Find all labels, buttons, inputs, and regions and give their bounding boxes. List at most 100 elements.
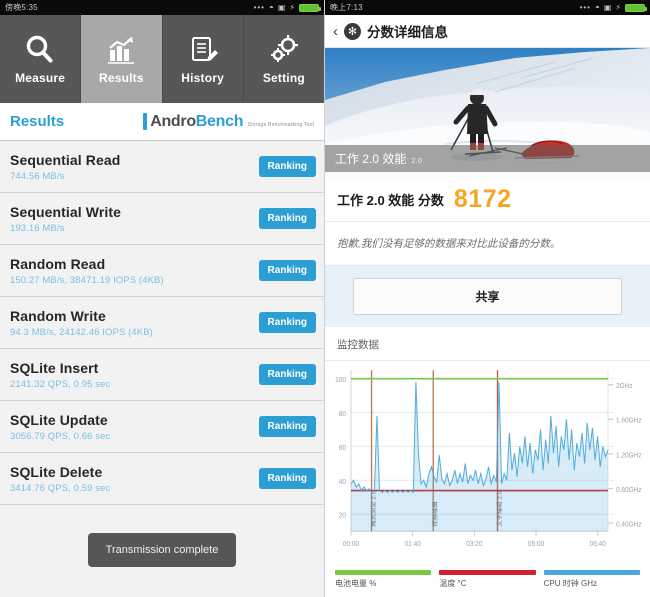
- result-name: SQLite Insert: [10, 359, 99, 376]
- page-title: 分数详细信息: [367, 25, 448, 40]
- svg-text:2GHz: 2GHz: [616, 383, 633, 390]
- ranking-button[interactable]: Ranking: [258, 260, 316, 281]
- banner-caption: 工作 2.0 效能 2.0: [325, 145, 650, 172]
- svg-text:1.20GHz: 1.20GHz: [616, 452, 642, 459]
- share-button[interactable]: 共享: [353, 278, 622, 315]
- table-row[interactable]: Sequential Write 193.16 MB/s Ranking: [0, 193, 324, 245]
- wifi-icon: ◓: [594, 3, 600, 12]
- tab-setting-label: Setting: [262, 71, 305, 85]
- tab-measure[interactable]: Measure: [0, 15, 82, 103]
- svg-text:06:40: 06:40: [590, 541, 606, 548]
- brand-name: AndroBench: [150, 113, 244, 130]
- banner-version: 2.0: [411, 156, 422, 165]
- score-value: 8172: [453, 185, 512, 213]
- ranking-button[interactable]: Ranking: [258, 416, 316, 437]
- status-clock: 晚上7:13: [330, 3, 363, 12]
- tab-measure-label: Measure: [15, 71, 66, 85]
- svg-text:0.80GHz: 0.80GHz: [616, 487, 642, 494]
- svg-text:1.60GHz: 1.60GHz: [616, 417, 642, 424]
- svg-text:40: 40: [339, 478, 346, 485]
- brand-tagline: Storage Benchmarking Tool: [247, 122, 314, 128]
- svg-text:01:40: 01:40: [405, 541, 421, 548]
- tab-bar: Measure Results History Setting: [0, 15, 324, 103]
- sim-icon: ▣: [277, 3, 286, 12]
- result-value: 2141.32 QPS, 0.95 sec: [10, 378, 111, 390]
- sim-icon: ▣: [603, 3, 612, 12]
- result-name: Sequential Read: [10, 151, 121, 168]
- legend-swatch: [439, 570, 536, 575]
- banner-title: 工作 2.0 效能: [335, 152, 407, 166]
- tab-setting[interactable]: Setting: [244, 15, 324, 103]
- legend-item-battery: 电池电量 %: [335, 570, 432, 589]
- svg-text:20: 20: [339, 512, 346, 519]
- results-header: Results AndroBench Storage Benchmarking …: [0, 103, 324, 141]
- chart-legend: 电池电量 % 温度 °C CPU 时钟 GHz: [325, 568, 650, 597]
- table-row[interactable]: SQLite Update 3056.79 QPS, 0.66 sec Rank…: [0, 401, 324, 453]
- benchmark-results-list: Sequential Read 744.56 MB/s Ranking Sequ…: [0, 141, 324, 597]
- dual-screenshot-container: 傍晚5:35 ••• ◓ ▣ ⚡ Measure Results History…: [0, 0, 650, 597]
- tab-results-label: Results: [99, 71, 144, 85]
- share-section: 共享: [325, 266, 650, 327]
- table-row[interactable]: Sequential Read 744.56 MB/s Ranking: [0, 141, 324, 193]
- status-clock: 傍晚5:35: [5, 3, 38, 12]
- legend-label: CPU 时钟 GHz: [543, 579, 597, 588]
- logo-bar-icon: [143, 113, 148, 130]
- score-summary: 工作 2.0 效能 分数 8172: [325, 178, 650, 222]
- toast-message: Transmission complete: [87, 533, 237, 567]
- legend-item-temperature: 温度 °C: [439, 570, 536, 589]
- result-name: Random Read: [10, 255, 106, 272]
- benchmark-banner-image: 工作 2.0 效能 2.0: [325, 48, 650, 178]
- result-value: 94.3 MB/s, 24142.46 IOPS (4KB): [10, 326, 153, 338]
- svg-text:03:20: 03:20: [466, 541, 482, 548]
- ranking-button[interactable]: Ranking: [258, 312, 316, 333]
- ranking-button[interactable]: Ranking: [258, 468, 316, 489]
- battery-icon: [625, 3, 647, 12]
- monitor-section-label: 监控数据: [325, 327, 650, 361]
- back-icon[interactable]: ‹: [333, 23, 338, 40]
- page-title: Results: [10, 113, 65, 130]
- table-row[interactable]: SQLite Delete 3414.76 QPS, 0.59 sec Rank…: [0, 453, 324, 505]
- result-name: SQLite Update: [10, 411, 108, 428]
- table-row[interactable]: Random Read 150.27 MB/s, 38471.19 IOPS (…: [0, 245, 324, 297]
- status-icons: ••• ◓ ▣ ⚡: [253, 3, 321, 12]
- svg-text:0.40GHz: 0.40GHz: [616, 521, 642, 528]
- androbench-screen: 傍晚5:35 ••• ◓ ▣ ⚡ Measure Results History…: [0, 0, 325, 597]
- comparison-note: 抱歉,我们没有足够的数据来对比此设备的分数。: [325, 222, 650, 266]
- more-dots-icon: •••: [579, 3, 591, 12]
- detail-header: ‹ ✻ 分数详细信息: [325, 15, 650, 48]
- more-dots-icon: •••: [253, 3, 265, 12]
- ranking-button[interactable]: Ranking: [258, 156, 316, 177]
- battery-icon: [299, 3, 321, 12]
- legend-label: 电池电量 %: [335, 579, 377, 588]
- status-icons: ••• ◓ ▣ ⚡: [579, 3, 647, 12]
- left-status-bar: 傍晚5:35 ••• ◓ ▣ ⚡: [0, 0, 324, 15]
- result-name: Sequential Write: [10, 203, 122, 220]
- charging-icon: ⚡: [615, 3, 621, 12]
- legend-label: 温度 °C: [439, 579, 467, 588]
- result-value: 3414.76 QPS, 0.59 sec: [10, 482, 111, 494]
- result-value: 193.16 MB/s: [10, 222, 65, 234]
- bar-chart-icon: [108, 37, 135, 64]
- result-value: 150.27 MB/s, 38471.19 IOPS (4KB): [10, 274, 164, 286]
- score-label: 工作 2.0 效能 分数: [337, 193, 444, 208]
- tab-history[interactable]: History: [163, 15, 244, 103]
- ranking-button[interactable]: Ranking: [258, 364, 316, 385]
- toast-container: Transmission complete: [0, 533, 324, 567]
- legend-item-cpu-clock: CPU 时钟 GHz: [543, 570, 640, 589]
- table-row[interactable]: Random Write 94.3 MB/s, 24142.46 IOPS (4…: [0, 297, 324, 349]
- pcmark-screen: 晚上7:13 ••• ◓ ▣ ⚡ ‹ ✻ 分数详细信息 工作 2.0 效能 2.…: [325, 0, 650, 597]
- result-name: SQLite Delete: [10, 463, 103, 480]
- ranking-button[interactable]: Ranking: [258, 208, 316, 229]
- svg-text:80: 80: [339, 411, 346, 418]
- charging-icon: ⚡: [289, 3, 295, 12]
- document-icon: [191, 37, 218, 61]
- svg-text:00:00: 00:00: [343, 541, 359, 548]
- table-row[interactable]: SQLite Insert 2141.32 QPS, 0.95 sec Rank…: [0, 349, 324, 401]
- result-name: Random Write: [10, 307, 106, 324]
- wifi-icon: ◓: [268, 3, 274, 12]
- pcmark-logo-icon: ✻: [344, 22, 361, 40]
- svg-text:100: 100: [335, 377, 346, 384]
- tab-history-label: History: [181, 71, 224, 85]
- monitoring-chart: 20 40 60 80 100 0.40GHz 0.80GHz 1.20GHz 1.60GHz 2…: [325, 361, 650, 568]
- tab-results[interactable]: Results: [81, 15, 163, 103]
